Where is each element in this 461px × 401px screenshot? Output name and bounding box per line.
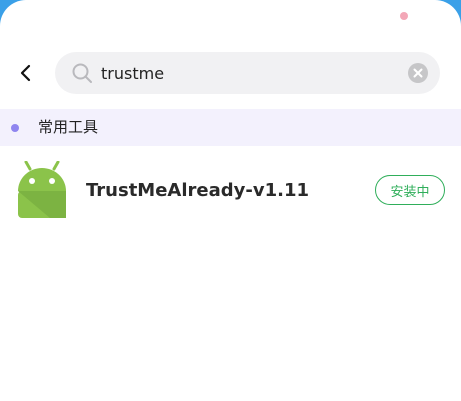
install-status-button[interactable]: 安装中 <box>375 175 445 205</box>
search-icon <box>72 63 92 83</box>
section-dot <box>11 124 19 132</box>
clear-search-button[interactable] <box>408 63 428 83</box>
chevron-left-icon <box>20 64 31 82</box>
back-button[interactable] <box>12 59 40 87</box>
status-indicator <box>400 12 408 20</box>
android-icon <box>18 161 66 218</box>
clear-icon <box>413 68 423 78</box>
app-name: TrustMeAlready-v1.11 <box>86 180 309 201</box>
search-input[interactable] <box>101 52 401 94</box>
section-title: 常用工具 <box>38 118 99 136</box>
search-bar[interactable] <box>55 52 440 94</box>
list-item[interactable]: TrustMeAlready-v1.11 安装中 <box>0 158 461 224</box>
section-header: 常用工具 <box>0 109 461 146</box>
app-screen: 常用工具 TrustMeAlready-v1.11 安装中 <box>0 0 461 401</box>
